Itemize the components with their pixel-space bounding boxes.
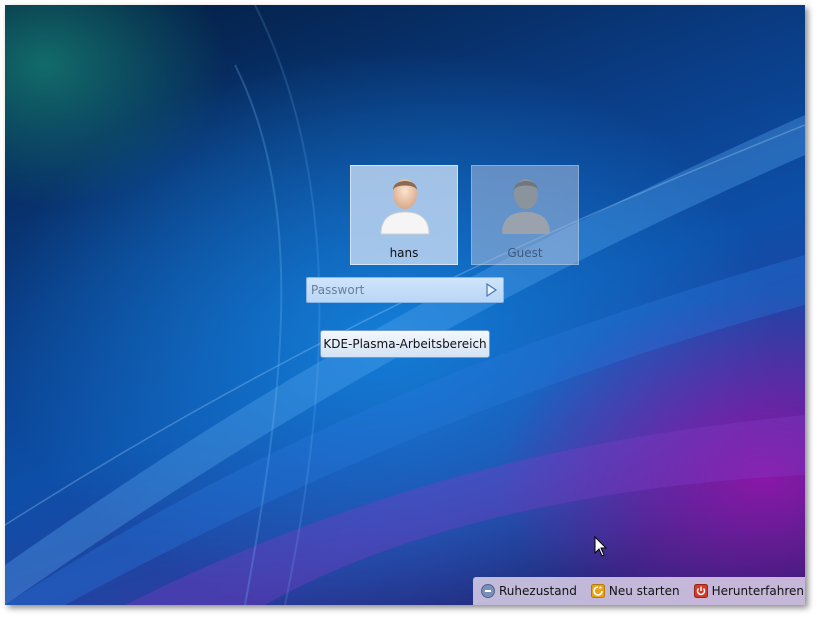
user-avatar-icon bbox=[502, 179, 550, 234]
user-tile-guest[interactable]: Guest bbox=[471, 165, 579, 265]
restart-button[interactable]: Neu starten bbox=[590, 581, 680, 601]
wallpaper-waves bbox=[5, 5, 805, 605]
session-select-button[interactable]: KDE-Plasma-Arbeitsbereich bbox=[320, 330, 490, 358]
restart-icon bbox=[590, 584, 605, 598]
user-avatar-icon bbox=[380, 179, 430, 235]
user-name-guest: Guest bbox=[507, 246, 543, 260]
restart-label: Neu starten bbox=[608, 584, 680, 598]
suspend-label: Ruhezustand bbox=[499, 584, 577, 598]
mouse-pointer-icon bbox=[594, 536, 608, 557]
user-tile-hans[interactable]: hans bbox=[350, 165, 458, 265]
power-bar: Ruhezustand Neu starten Herunterfahren bbox=[473, 577, 805, 605]
password-input[interactable] bbox=[309, 280, 481, 300]
password-field[interactable] bbox=[306, 277, 504, 303]
user-name-hans: hans bbox=[389, 246, 419, 260]
suspend-button[interactable]: Ruhezustand bbox=[481, 581, 577, 601]
shutdown-label: Herunterfahren bbox=[711, 584, 804, 598]
shutdown-button[interactable]: Herunterfahren bbox=[693, 581, 804, 601]
login-screen: hans Guest KDE-Plasma-Arbeitsbereich Ruh… bbox=[5, 5, 805, 605]
arrow-right-icon[interactable] bbox=[483, 282, 499, 298]
shutdown-icon bbox=[693, 584, 708, 598]
suspend-icon bbox=[481, 584, 495, 598]
